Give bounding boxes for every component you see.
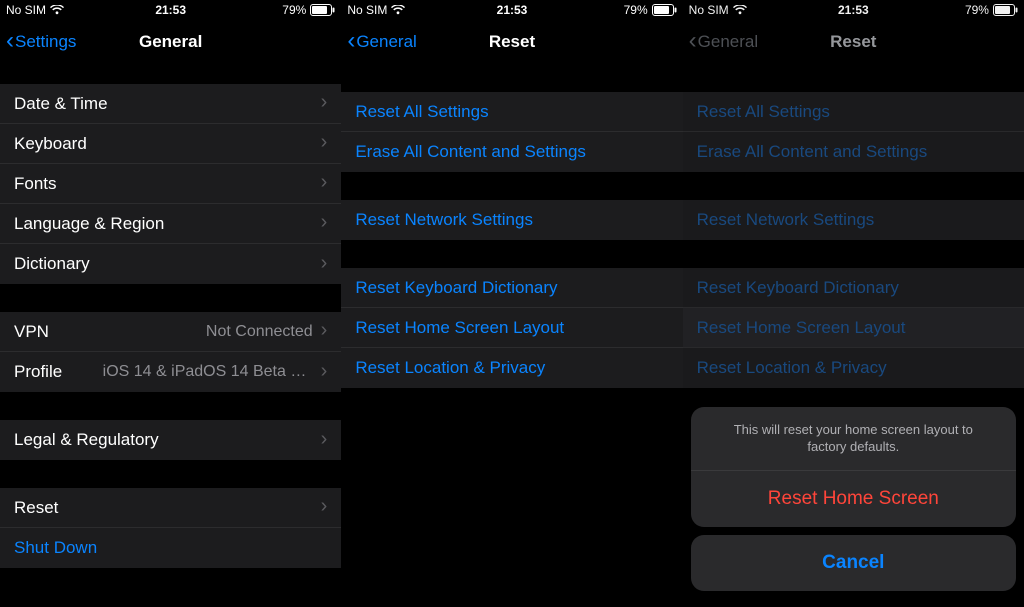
chevron-right-icon: › <box>321 131 328 154</box>
row-reset-all-settings[interactable]: Reset All Settings <box>341 92 682 132</box>
battery-percent: 79% <box>624 3 648 17</box>
battery-icon <box>310 4 335 16</box>
screenshot-reset-confirm: No SIM 21:53 79% ‹ General Reset <box>683 0 1024 607</box>
row-legal[interactable]: Legal & Regulatory › <box>0 420 341 460</box>
row-date-time[interactable]: Date & Time › <box>0 84 341 124</box>
profile-value: iOS 14 & iPadOS 14 Beta Softwar... <box>103 363 313 381</box>
cancel-button[interactable]: Cancel <box>691 535 1016 591</box>
reset-list[interactable]: Reset All Settings Erase All Content and… <box>341 64 682 607</box>
reset-home-screen-button[interactable]: Reset Home Screen <box>691 471 1016 527</box>
row-reset[interactable]: Reset › <box>0 488 341 528</box>
chevron-right-icon: › <box>321 252 328 275</box>
row-reset-network[interactable]: Reset Network Settings <box>341 200 682 240</box>
nav-bar: ‹ Settings General <box>0 20 341 64</box>
row-erase-all-content[interactable]: Erase All Content and Settings <box>341 132 682 172</box>
row-vpn[interactable]: VPN Not Connected › <box>0 312 341 352</box>
nav-title: Reset <box>341 32 682 52</box>
row-fonts[interactable]: Fonts › <box>0 164 341 204</box>
nav-title: General <box>0 32 341 52</box>
screenshot-general: No SIM 21:53 79% ‹ Settings General <box>0 0 341 607</box>
action-sheet-message: This will reset your home screen layout … <box>691 407 1016 471</box>
nav-bar: ‹ General Reset <box>341 20 682 64</box>
battery-icon <box>652 4 677 16</box>
battery-percent: 79% <box>282 3 306 17</box>
chevron-right-icon: › <box>321 319 328 342</box>
row-reset-home-screen-layout[interactable]: Reset Home Screen Layout <box>341 308 682 348</box>
chevron-right-icon: › <box>321 211 328 234</box>
status-bar: No SIM 21:53 79% <box>341 0 682 20</box>
status-bar: No SIM 21:53 79% <box>0 0 341 20</box>
chevron-right-icon: › <box>321 495 328 518</box>
row-reset-location-privacy[interactable]: Reset Location & Privacy <box>341 348 682 388</box>
chevron-right-icon: › <box>321 428 328 451</box>
chevron-right-icon: › <box>321 91 328 114</box>
row-dictionary[interactable]: Dictionary › <box>0 244 341 284</box>
row-profile[interactable]: Profile iOS 14 & iPadOS 14 Beta Softwar.… <box>0 352 341 392</box>
carrier-label: No SIM <box>6 3 46 17</box>
screenshot-reset: No SIM 21:53 79% ‹ General Reset <box>341 0 682 607</box>
wifi-icon <box>391 5 405 15</box>
action-sheet: This will reset your home screen layout … <box>691 407 1016 599</box>
row-reset-keyboard-dictionary[interactable]: Reset Keyboard Dictionary <box>341 268 682 308</box>
settings-list[interactable]: Date & Time › Keyboard › Fonts › Languag… <box>0 64 341 607</box>
carrier-label: No SIM <box>347 3 387 17</box>
wifi-icon <box>50 5 64 15</box>
row-keyboard[interactable]: Keyboard › <box>0 124 341 164</box>
chevron-right-icon: › <box>321 360 328 383</box>
vpn-status: Not Connected <box>206 323 313 341</box>
row-shut-down[interactable]: Shut Down <box>0 528 341 568</box>
row-language-region[interactable]: Language & Region › <box>0 204 341 244</box>
chevron-right-icon: › <box>321 171 328 194</box>
